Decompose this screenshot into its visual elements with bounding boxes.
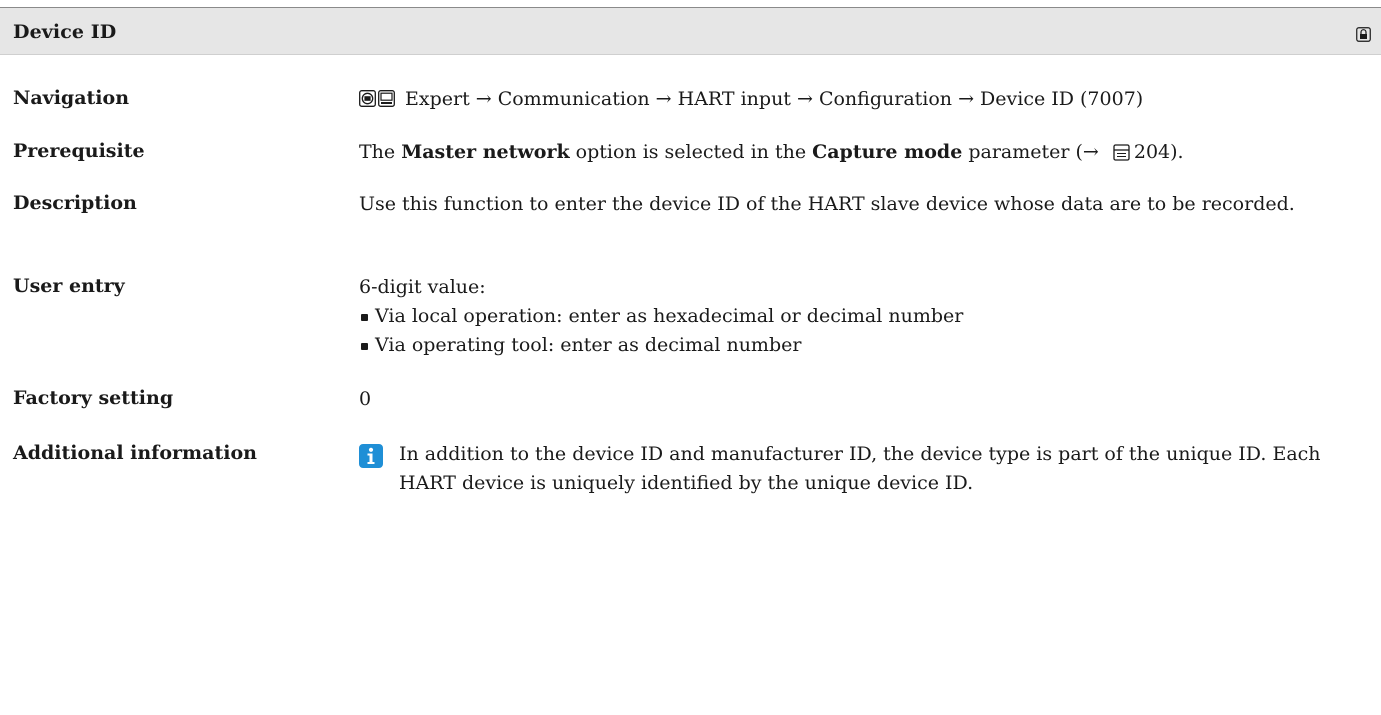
page-reference-icon	[1113, 144, 1130, 161]
display-icon	[359, 90, 376, 107]
factory-setting-value: 0	[359, 388, 372, 410]
user-entry-label: User entry	[13, 275, 125, 297]
prerequisite-text: option is selected in the	[569, 141, 813, 163]
list-item: Via local operation: enter as hexadecima…	[359, 302, 1359, 331]
lock-icon	[1356, 27, 1371, 42]
list-item: Via operating tool: enter as decimal num…	[359, 331, 1359, 360]
navigation-path: Expert → Communication → HART input → Co…	[405, 88, 1144, 110]
factory-setting-label: Factory setting	[13, 387, 174, 409]
navigation-label: Navigation	[13, 87, 130, 109]
additional-info-text: In addition to the device ID and manufac…	[399, 443, 1321, 494]
user-entry-value: 6-digit value: Via local operation: ente…	[359, 273, 1359, 360]
navigation-value: Expert → Communication → HART input → Co…	[359, 85, 1359, 114]
prerequisite-label: Prerequisite	[13, 140, 145, 162]
user-entry-intro: 6-digit value:	[359, 276, 486, 298]
prerequisite-text: The	[359, 141, 402, 163]
prerequisite-text: ).	[1170, 141, 1184, 163]
option-master-network: Master network	[401, 141, 570, 163]
section-header: Device ID	[0, 8, 1381, 55]
info-icon	[359, 444, 383, 468]
section-title: Device ID	[13, 21, 117, 43]
parameter-capture-mode: Capture mode	[812, 141, 963, 163]
description-text: Use this function to enter the device ID…	[359, 193, 1295, 215]
page-reference-link[interactable]: 204	[1134, 141, 1170, 163]
prerequisite-text: parameter (→	[962, 141, 1105, 163]
user-entry-list: Via local operation: enter as hexadecima…	[359, 302, 1359, 360]
description-label: Description	[13, 192, 137, 214]
prerequisite-value: The Master network option is selected in…	[359, 138, 1359, 167]
additional-info-label: Additional information	[13, 442, 257, 464]
menu-icon	[378, 90, 395, 107]
